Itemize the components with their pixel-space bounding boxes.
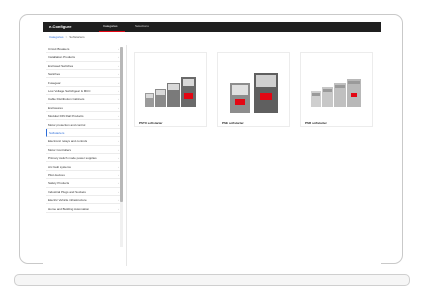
sidebar-item-label: Enclosed Switches bbox=[48, 63, 74, 68]
sidebar-item-safety-products[interactable]: Safety Products › bbox=[46, 179, 120, 188]
app-window: e-Configure Categories Selections Catego… bbox=[43, 22, 381, 266]
top-navigation-bar: e-Configure Categories Selections bbox=[43, 22, 381, 32]
sidebar-item-label: Cable Distribution Cabinets bbox=[48, 97, 85, 102]
sidebar-scrollbar[interactable] bbox=[120, 47, 123, 247]
sidebar-item-home-building-automation[interactable]: Home and Building Automation › bbox=[46, 205, 120, 213]
sidebar-item-enclosures[interactable]: Enclosures › bbox=[46, 104, 120, 113]
sidebar-item-installation-products[interactable]: Installation Products › bbox=[46, 53, 120, 62]
chevron-right-icon: › bbox=[118, 47, 119, 51]
sidebar-item-motor-controllers[interactable]: Motor Controllers › bbox=[46, 146, 120, 155]
sidebar-item-label: Home and Building Automation bbox=[48, 206, 90, 211]
sidebar-item-motor-protection[interactable]: Motor protection and control › bbox=[46, 121, 120, 129]
sidebar-item-fusegear[interactable]: Fusegear › bbox=[46, 79, 120, 87]
sidebar-item-ev-infrastructure[interactable]: Electric Vehicle infrastructure › bbox=[46, 196, 120, 205]
product-label: PSE softstarter bbox=[222, 121, 244, 125]
tab-selections[interactable]: Selections bbox=[135, 24, 149, 28]
sidebar-item-power-supplies[interactable]: Primary switch mode power supplies › bbox=[46, 154, 120, 163]
sidebar-item-softstarters[interactable]: Softstarters › bbox=[46, 129, 120, 138]
psr-softstarter-image bbox=[311, 79, 361, 107]
sidebar-item-enclosed-switches[interactable]: Enclosed Switches › bbox=[46, 62, 120, 71]
chevron-right-icon: › bbox=[118, 105, 119, 110]
chevron-right-icon: › bbox=[118, 181, 119, 186]
sidebar-item-label: Circuit Breakers bbox=[48, 47, 70, 51]
chevron-right-icon: › bbox=[118, 139, 119, 144]
sidebar-item-electronic-relays[interactable]: Electronic relays and controls › bbox=[46, 137, 120, 146]
active-tab-indicator bbox=[99, 30, 125, 32]
product-card-pstx[interactable]: PSTX softstarter bbox=[134, 52, 207, 127]
chevron-right-icon: › bbox=[118, 72, 119, 77]
pse-softstarter-image bbox=[230, 73, 278, 113]
breadcrumb-separator: > bbox=[65, 35, 68, 39]
sidebar-scrollbar-thumb[interactable] bbox=[120, 47, 123, 202]
sidebar-item-label: Fusegear bbox=[48, 80, 61, 85]
sidebar-item-label: Switches bbox=[48, 72, 61, 77]
chevron-right-icon: › bbox=[118, 206, 119, 211]
tab-categories[interactable]: Categories bbox=[103, 24, 118, 28]
sidebar-item-label: Enclosures bbox=[48, 105, 63, 110]
breadcrumb: Categories > Softstarters bbox=[49, 35, 85, 39]
sidebar-item-label: Modular DIN Rail Products bbox=[48, 114, 84, 119]
bottom-bar bbox=[14, 274, 410, 286]
sidebar-item-industrial-plugs[interactable]: Industrial Plugs and Sockets › bbox=[46, 188, 120, 197]
sidebar-item-label: Motor Controllers bbox=[48, 147, 72, 152]
chevron-right-icon: › bbox=[118, 97, 119, 102]
sidebar-item-label: Installation Products bbox=[48, 55, 76, 60]
sidebar-item-cable-distribution-cabinets[interactable]: Cable Distribution Cabinets › bbox=[46, 95, 120, 104]
brand-logo[interactable]: e-Configure bbox=[49, 24, 71, 29]
sidebar-item-pilot-devices[interactable]: Pilot devices › bbox=[46, 171, 120, 180]
sidebar-item-label: Motor protection and control bbox=[48, 122, 86, 127]
breadcrumb-current: Softstarters bbox=[69, 35, 85, 39]
product-card-psr[interactable]: PSR softstarter bbox=[300, 52, 373, 127]
chevron-right-icon: › bbox=[118, 189, 119, 194]
sidebar-item-arc-fault-systems[interactable]: Arc fault systems › bbox=[46, 163, 120, 171]
pstx-softstarter-image bbox=[145, 77, 196, 107]
sidebar-item-label: Electronic relays and controls bbox=[48, 139, 88, 144]
breadcrumb-categories-link[interactable]: Categories bbox=[49, 35, 64, 39]
product-label: PSTX softstarter bbox=[139, 121, 163, 125]
chevron-right-icon: › bbox=[118, 114, 119, 119]
chevron-right-icon: › bbox=[118, 173, 119, 177]
product-label: PSR softstarter bbox=[305, 121, 327, 125]
sidebar-item-label: Primary switch mode power supplies bbox=[48, 156, 97, 161]
sidebar-item-label: Softstarters bbox=[49, 131, 65, 135]
sidebar-item-switches[interactable]: Switches › bbox=[46, 70, 120, 79]
chevron-right-icon: › bbox=[118, 80, 119, 85]
sidebar-item-label: Pilot devices bbox=[48, 173, 65, 177]
sidebar-item-low-voltage-switchgear[interactable]: Low Voltage Switchgear & MCC › bbox=[46, 87, 120, 96]
chevron-right-icon: › bbox=[118, 164, 119, 169]
sidebar-item-label: Electric Vehicle infrastructure bbox=[48, 198, 87, 203]
category-sidebar: Circuit Breakers › Installation Products ›… bbox=[46, 45, 127, 266]
chevron-right-icon: › bbox=[118, 55, 119, 60]
sidebar-item-label: Low Voltage Switchgear & MCC bbox=[48, 89, 91, 93]
chevron-right-icon: › bbox=[118, 198, 119, 203]
sidebar-item-modular-din-rail[interactable]: Modular DIN Rail Products › bbox=[46, 112, 120, 121]
chevron-right-icon: › bbox=[118, 89, 119, 93]
chevron-right-icon: › bbox=[118, 147, 119, 152]
sidebar-item-circuit-breakers[interactable]: Circuit Breakers › bbox=[46, 45, 120, 54]
chevron-right-icon: › bbox=[118, 122, 119, 127]
sidebar-item-label: Arc fault systems bbox=[48, 164, 71, 169]
sidebar-item-label: Industrial Plugs and Sockets bbox=[48, 189, 86, 194]
chevron-right-icon: › bbox=[118, 63, 119, 68]
chevron-right-icon: › bbox=[118, 131, 119, 135]
sidebar-item-label: Safety Products bbox=[48, 181, 70, 186]
chevron-right-icon: › bbox=[118, 156, 119, 161]
product-card-pse[interactable]: PSE softstarter bbox=[217, 52, 290, 127]
